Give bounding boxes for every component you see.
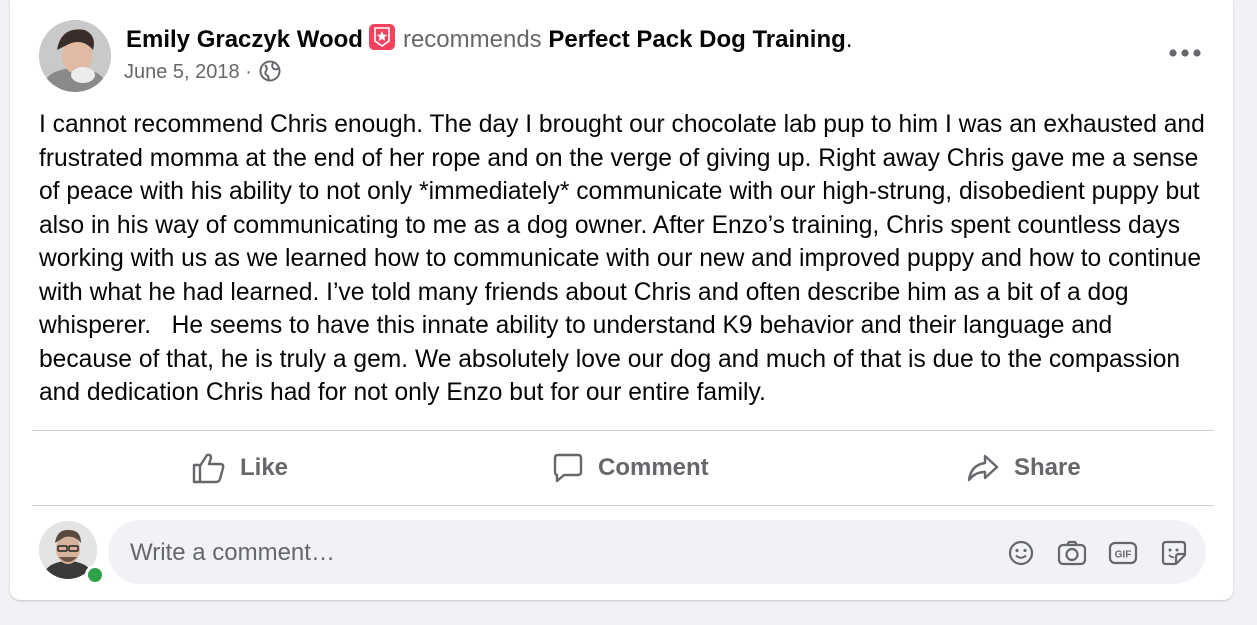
like-label: Like (240, 454, 289, 481)
emoji-button[interactable] (1006, 538, 1036, 568)
post-header: Emily Graczyk Wood recommends Perfect Pac… (10, 0, 1233, 110)
gif-button[interactable]: GIF (1108, 538, 1138, 568)
sticker-icon (1161, 540, 1187, 566)
online-status-indicator (85, 565, 105, 585)
period: . (845, 26, 853, 53)
comment-label: Comment (598, 454, 709, 481)
more-horizontal-icon (1169, 49, 1201, 57)
emoji-icon (1008, 540, 1034, 566)
post-meta: June 5, 2018 · (124, 59, 281, 89)
more-options-button[interactable] (1165, 38, 1205, 68)
post-title-line: Emily Graczyk Wood recommends Perfect Pac… (126, 24, 852, 55)
share-label: Share (1014, 454, 1081, 481)
thumbs-up-icon (192, 453, 225, 484)
share-button[interactable]: Share (966, 431, 1081, 505)
action-bar: Like Comment Share (32, 431, 1214, 505)
comment-input[interactable] (128, 520, 832, 586)
like-button[interactable]: Like (192, 431, 288, 505)
author-name[interactable]: Emily Graczyk Wood (126, 26, 363, 53)
svg-text:GIF: GIF (1115, 550, 1132, 561)
post-date[interactable]: June 5, 2018 (124, 61, 240, 83)
gif-icon: GIF (1108, 541, 1138, 565)
camera-button[interactable] (1057, 538, 1087, 568)
comment-button[interactable]: Comment (552, 431, 709, 505)
review-post-card: Emily Graczyk Wood recommends Perfect Pac… (10, 0, 1233, 600)
meta-separator: · (239, 61, 258, 83)
recommends-label: recommends (402, 26, 542, 53)
page-name-link[interactable]: Perfect Pack Dog Training (548, 26, 845, 53)
review-text: I cannot recommend Chris enough. The day… (39, 111, 1212, 406)
share-arrow-icon (967, 454, 999, 482)
divider-bottom (32, 505, 1214, 506)
comment-input-box[interactable]: GIF (108, 520, 1206, 586)
author-avatar[interactable] (39, 20, 111, 92)
camera-icon (1057, 540, 1087, 566)
comment-composer: GIF (10, 516, 1233, 590)
sticker-button[interactable] (1159, 538, 1189, 568)
globe-icon (259, 60, 281, 89)
comment-bubble-icon (553, 453, 583, 483)
recommendation-badge-icon (368, 24, 395, 50)
